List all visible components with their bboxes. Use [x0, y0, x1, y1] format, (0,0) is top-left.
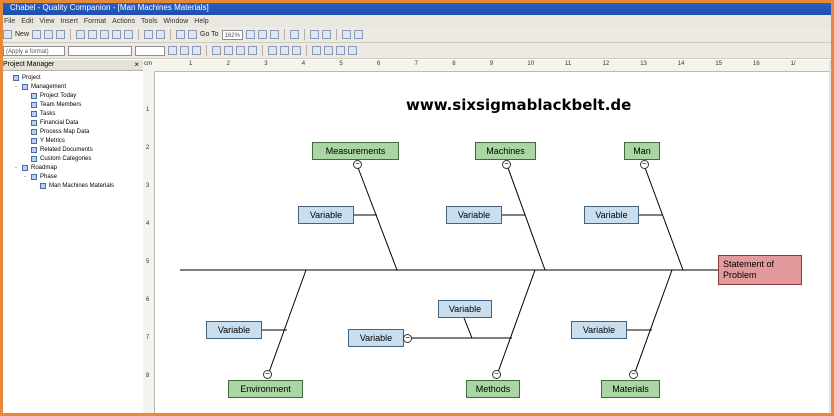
diagram-heading: www.sixsigmablackbelt.de — [406, 96, 632, 114]
collapse-icon[interactable]: − — [502, 160, 511, 169]
bone-measurements — [356, 164, 398, 271]
collapse-icon[interactable]: − — [640, 160, 649, 169]
variable-box[interactable]: Variable — [584, 206, 639, 224]
variable-box[interactable]: Variable — [446, 206, 502, 224]
collapse-icon[interactable]: − — [263, 370, 272, 379]
collapse-icon[interactable]: − — [629, 370, 638, 379]
category-methods[interactable]: Methods — [466, 380, 520, 398]
fishbone-lines — [180, 164, 718, 376]
variable-box[interactable]: Variable — [298, 206, 354, 224]
category-man[interactable]: Man — [624, 142, 660, 160]
category-environment[interactable]: Environment — [228, 380, 303, 398]
category-materials[interactable]: Materials — [601, 380, 660, 398]
variable-box[interactable]: Variable — [571, 321, 627, 339]
bone-environment — [267, 269, 307, 376]
variable-box[interactable]: Variable — [348, 329, 404, 347]
bone-machines — [506, 164, 546, 271]
bone-materials — [633, 269, 673, 376]
problem-statement[interactable]: Statement of Problem — [718, 255, 802, 285]
bone-methods — [496, 269, 536, 376]
collapse-icon[interactable]: − — [492, 370, 501, 379]
bone-man — [643, 164, 684, 271]
variable-connector — [463, 317, 473, 339]
variable-box[interactable]: Variable — [206, 321, 262, 339]
category-machines[interactable]: Machines — [475, 142, 536, 160]
variable-box[interactable]: Variable — [438, 300, 492, 318]
collapse-icon[interactable]: − — [353, 160, 362, 169]
collapse-icon[interactable]: − — [403, 334, 412, 343]
category-measurements[interactable]: Measurements — [312, 142, 399, 160]
